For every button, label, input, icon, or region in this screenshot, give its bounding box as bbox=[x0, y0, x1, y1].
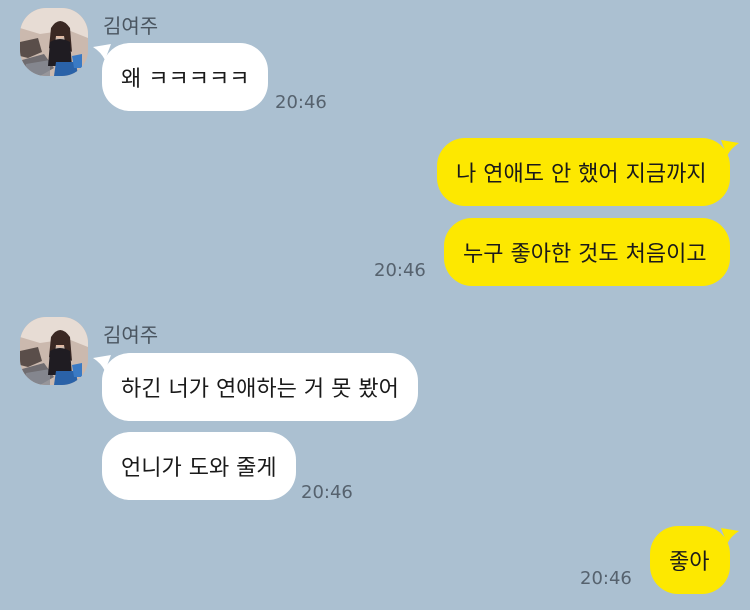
message-bubble[interactable]: 하긴 너가 연애하는 거 못 봤어 bbox=[102, 353, 418, 421]
message-text: 왜 ㅋㅋㅋㅋㅋ bbox=[121, 67, 250, 92]
sender-avatar[interactable] bbox=[20, 8, 88, 76]
sender-avatar[interactable] bbox=[20, 317, 88, 385]
message-bubble[interactable]: 나 연애도 안 했어 지금까지 bbox=[437, 138, 730, 206]
message-bubble[interactable]: 왜 ㅋㅋㅋㅋㅋ bbox=[102, 43, 269, 111]
message-text: 누구 좋아한 것도 처음이고 bbox=[463, 242, 707, 267]
message-bubble[interactable]: 누구 좋아한 것도 처음이고 bbox=[444, 218, 730, 286]
message-time: 20:46 bbox=[580, 568, 632, 589]
message-time: 20:46 bbox=[275, 92, 327, 113]
sender-name: 김여주 bbox=[103, 14, 159, 38]
message-bubble[interactable]: 좋아 bbox=[650, 526, 730, 594]
message-time: 20:46 bbox=[301, 482, 353, 503]
sender-name: 김여주 bbox=[103, 323, 159, 347]
message-time: 20:46 bbox=[374, 260, 426, 281]
message-text: 나 연애도 안 했어 지금까지 bbox=[456, 162, 707, 187]
message-text: 좋아 bbox=[669, 550, 710, 575]
message-bubble[interactable]: 언니가 도와 줄게 bbox=[102, 432, 296, 500]
message-text: 언니가 도와 줄게 bbox=[121, 456, 277, 481]
message-text: 하긴 너가 연애하는 거 못 봤어 bbox=[121, 377, 399, 402]
